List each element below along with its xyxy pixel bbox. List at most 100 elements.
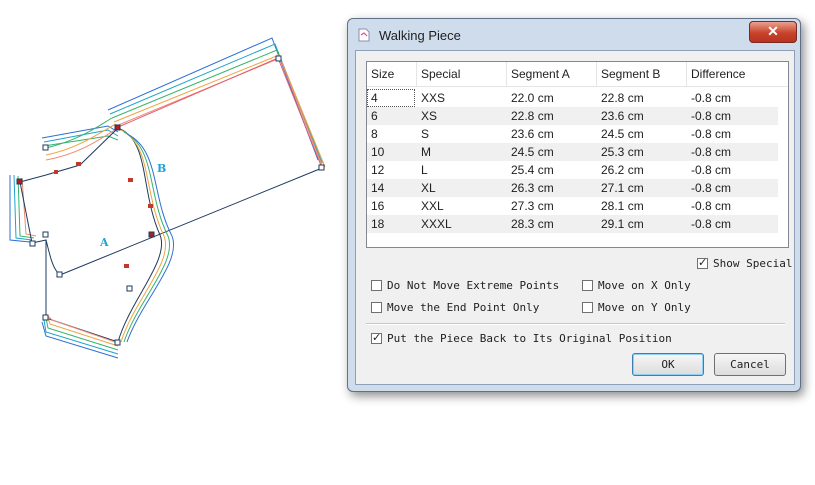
cell-special: L [421,163,428,177]
cancel-button[interactable]: Cancel [714,353,786,376]
notch-mark [148,204,153,208]
sleeve-grade-line [111,49,325,166]
separator [366,323,785,325]
cell-difference: -0.8 cm [691,145,732,159]
checkbox-label: Put the Piece Back to Its Original Posit… [387,332,672,345]
ok-button[interactable]: OK [632,353,704,376]
notch-mark [76,162,81,166]
sleeve-piece[interactable] [41,37,326,343]
control-point[interactable] [126,285,133,292]
cell-size: 14 [371,181,385,195]
notch-mark [128,178,133,182]
table-row[interactable]: 10 M 24.5 cm 25.3 cm -0.8 cm [367,143,778,161]
put-back-checkbox[interactable]: Put the Piece Back to Its Original Posit… [371,331,672,345]
close-button[interactable]: ✕ [749,21,797,43]
control-point[interactable] [42,314,49,321]
control-point-selected[interactable] [114,124,121,131]
do-not-move-extreme-checkbox[interactable]: Do Not Move Extreme Points [371,279,559,292]
cell-segment-a: 23.6 cm [511,127,554,141]
hem-grade-line [41,321,119,359]
column-header[interactable]: Special [417,62,507,86]
sleeve-grade-line [113,54,326,168]
move-end-point-checkbox[interactable]: Move the End Point Only [371,301,539,314]
show-special-checkbox[interactable]: Show Special [697,256,793,270]
checkbox-box[interactable] [371,302,382,313]
control-point[interactable] [29,240,36,247]
checkbox-box[interactable] [371,280,382,291]
cell-difference: -0.8 cm [691,217,732,231]
column-header[interactable]: Difference [687,62,788,86]
control-point[interactable] [114,339,121,346]
column-header[interactable]: Segment B [597,62,687,86]
checkbox-box[interactable] [371,331,382,344]
table-row[interactable]: 4 XXS 22.0 cm 22.8 cm -0.8 cm [367,89,778,107]
checkbox-label: Move the End Point Only [387,301,540,314]
notch-marks [54,162,153,268]
checkbox-box[interactable] [582,302,593,313]
table-row[interactable]: 8 S 23.6 cm 24.5 cm -0.8 cm [367,125,778,143]
sleeve-hem-line [59,167,323,276]
table-header: Size Special Segment A Segment B Differe… [367,62,788,87]
bodice-piece[interactable] [9,117,175,359]
bodice-outline [19,127,119,183]
cell-size: 6 [371,109,378,123]
column-header[interactable]: Size [367,62,417,86]
cell-segment-b: 22.8 cm [601,91,644,105]
cell-special: M [421,145,431,159]
cell-segment-a: 24.5 cm [511,145,554,159]
sleeve-grade-line [115,57,324,169]
dialog-title: Walking Piece [379,28,461,43]
cell-difference: -0.8 cm [691,109,732,123]
control-point[interactable] [275,55,282,62]
cell-segment-b: 25.3 cm [601,145,644,159]
checkbox-box[interactable] [697,256,708,269]
move-on-x-checkbox[interactable]: Move on X Only [582,279,691,292]
cell-difference: -0.8 cm [691,91,732,105]
cell-segment-b: 27.1 cm [601,181,644,195]
column-header[interactable]: Segment A [507,62,597,86]
cell-special: XXL [421,199,444,213]
control-point[interactable] [318,164,325,171]
cell-segment-a: 28.3 cm [511,217,554,231]
cell-difference: -0.8 cm [691,163,732,177]
cell-difference: -0.8 cm [691,181,732,195]
show-special-label: Show Special [713,257,793,270]
cell-segment-a: 22.0 cm [511,91,554,105]
control-point-selected[interactable] [16,178,23,185]
control-point-selected[interactable] [148,231,155,238]
hem-grade-line [43,319,119,355]
cell-size: 18 [371,217,385,231]
checkbox-box[interactable] [582,280,593,291]
document-icon [358,28,370,42]
move-on-y-checkbox[interactable]: Move on Y Only [582,301,691,314]
table-row[interactable]: 12 L 25.4 cm 26.2 cm -0.8 cm [367,161,778,179]
checkbox-label: Do Not Move Extreme Points [387,279,560,292]
cell-difference: -0.8 cm [691,199,732,213]
cell-size: 16 [371,199,385,213]
cell-difference: -0.8 cm [691,127,732,141]
table-row[interactable]: 16 XXL 27.3 cm 28.1 cm -0.8 cm [367,197,778,215]
walking-piece-dialog[interactable]: Walking Piece ✕ Size Special Segment A S… [347,18,801,392]
control-point[interactable] [56,271,63,278]
armhole-curve [45,239,61,276]
control-point[interactable] [42,144,49,151]
title-bar[interactable]: Walking Piece ✕ [348,19,800,51]
size-table[interactable]: Size Special Segment A Segment B Differe… [366,61,789,248]
segment-b-label: B [157,162,166,175]
notch-mark [124,264,129,268]
table-row[interactable]: 14 XL 26.3 cm 27.1 cm -0.8 cm [367,179,778,197]
sleeve-grade-line [109,43,323,164]
checkbox-label: Move on Y Only [598,301,691,314]
cell-segment-b: 23.6 cm [601,109,644,123]
cell-segment-a: 26.3 cm [511,181,554,195]
cell-special: XXXL [421,217,452,231]
sleeve-cap-line [117,127,163,343]
table-row[interactable]: 6 XS 22.8 cm 23.6 cm -0.8 cm [367,107,778,125]
cell-segment-a: 22.8 cm [511,109,554,123]
control-point[interactable] [42,231,49,238]
cell-segment-b: 24.5 cm [601,127,644,141]
cell-segment-b: 26.2 cm [601,163,644,177]
pattern-canvas[interactable]: A B [0,0,340,380]
table-row[interactable]: 18 XXXL 28.3 cm 29.1 cm -0.8 cm [367,215,778,233]
cell-size: 12 [371,163,385,177]
